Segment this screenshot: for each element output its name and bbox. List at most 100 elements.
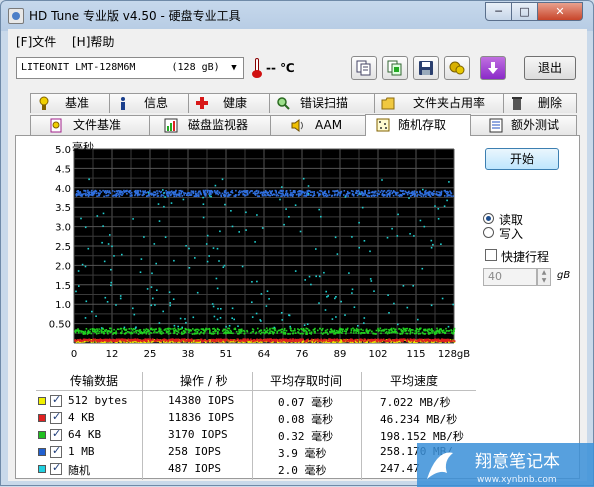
data-point xyxy=(254,339,257,342)
series-color-swatch xyxy=(38,465,46,473)
data-point xyxy=(239,191,242,194)
data-point xyxy=(212,328,214,330)
data-point xyxy=(308,275,311,278)
series-checkbox[interactable] xyxy=(50,427,62,441)
exit-button[interactable]: 退出 xyxy=(524,56,576,80)
data-point xyxy=(430,239,433,242)
data-point xyxy=(306,192,308,194)
data-point xyxy=(314,338,316,341)
data-point xyxy=(428,340,430,343)
save-button[interactable] xyxy=(413,56,439,80)
data-point xyxy=(319,327,321,330)
data-point xyxy=(162,194,165,197)
data-point xyxy=(86,333,89,335)
data-point xyxy=(314,330,316,333)
tab-extra-tests[interactable]: 额外测试 xyxy=(470,115,577,135)
menu-help[interactable]: [H]帮助 xyxy=(72,33,114,50)
copy-text-button[interactable] xyxy=(351,56,377,80)
access-time-chart: 5.0 4.5 4.0 3.5 3.0 2.5 2.0 1.5 1.0 0.50 毫秒 0 12 25 38… xyxy=(16,136,476,368)
data-point xyxy=(181,190,184,193)
series-checkbox[interactable] xyxy=(50,444,62,458)
window-title: HD Tune 专业版 v4.50 - 硬盘专业工具 xyxy=(29,9,241,23)
tab-aam[interactable]: AAM xyxy=(270,115,366,135)
data-point xyxy=(299,332,302,335)
data-point xyxy=(198,339,200,342)
data-point xyxy=(160,190,163,193)
tab-info[interactable]: 信息 xyxy=(109,93,189,113)
data-point xyxy=(422,188,424,191)
data-point xyxy=(449,194,451,196)
data-point xyxy=(291,340,293,342)
data-point xyxy=(84,226,87,229)
data-point xyxy=(106,190,109,192)
minimize-button[interactable]: ─ xyxy=(485,2,512,21)
data-point xyxy=(304,279,306,281)
data-point xyxy=(347,339,349,342)
data-point xyxy=(149,340,152,342)
data-point xyxy=(434,333,436,335)
data-point xyxy=(378,193,381,195)
data-point xyxy=(228,325,231,327)
data-point xyxy=(421,340,423,342)
data-point xyxy=(407,329,410,332)
tab-file-benchmark[interactable]: 文件基准 xyxy=(30,115,150,135)
data-point xyxy=(297,328,299,330)
client-area: [F]文件 [H]帮助 LITEONIT LMT-128M6M (128 gB)… xyxy=(8,29,587,481)
data-point xyxy=(231,225,234,228)
data-point xyxy=(374,333,376,335)
data-point xyxy=(204,189,207,192)
data-point xyxy=(103,195,105,198)
data-point xyxy=(218,329,220,331)
data-point xyxy=(78,194,80,196)
data-point xyxy=(105,329,108,331)
copy-info-button[interactable] xyxy=(382,56,408,80)
data-point xyxy=(110,268,112,271)
maximize-button[interactable]: □ xyxy=(511,2,538,21)
series-checkbox[interactable] xyxy=(50,461,62,475)
menu-file[interactable]: [F]文件 xyxy=(16,33,56,50)
tab-health[interactable]: 健康 xyxy=(188,93,270,113)
data-point xyxy=(391,192,393,195)
screenshot-button[interactable] xyxy=(444,56,470,80)
data-point xyxy=(190,194,193,196)
y-tick-label: 1.5 xyxy=(55,281,71,292)
data-point xyxy=(209,330,211,333)
data-point xyxy=(138,340,140,343)
data-point xyxy=(381,192,384,195)
tab-folder-usage[interactable]: 文件夹占用率 xyxy=(374,93,504,113)
close-button[interactable]: ✕ xyxy=(537,2,583,21)
temperature-readout: -- ℃ xyxy=(266,61,295,75)
fast-stroke-checkbox[interactable] xyxy=(485,249,497,261)
start-button[interactable]: 开始 xyxy=(485,148,559,170)
data-point xyxy=(414,330,417,332)
series-checkbox[interactable] xyxy=(50,393,62,407)
data-point xyxy=(310,283,312,286)
tab-error-scan[interactable]: 错误扫描 xyxy=(269,93,375,113)
tab-random-access[interactable]: 随机存取 xyxy=(365,114,471,136)
data-point xyxy=(179,317,182,320)
tab-erase[interactable]: 删除 xyxy=(503,93,577,113)
data-point xyxy=(360,328,362,331)
fast-stroke-input[interactable]: 40 xyxy=(483,268,537,286)
drive-select[interactable]: LITEONIT LMT-128M6M (128 gB) ▼ xyxy=(16,57,244,79)
tab-benchmark[interactable]: 基准 xyxy=(30,93,110,113)
data-point xyxy=(412,329,414,331)
data-point xyxy=(412,193,414,196)
data-point xyxy=(431,329,433,331)
fast-stroke-spinner[interactable]: ▲ ▼ xyxy=(537,268,551,286)
tab-disk-monitor[interactable]: 磁盘监视器 xyxy=(149,115,271,135)
data-point xyxy=(134,194,136,197)
data-point xyxy=(437,194,440,197)
data-point xyxy=(432,194,434,196)
data-point xyxy=(160,340,162,343)
data-point xyxy=(81,339,84,342)
data-point xyxy=(187,194,190,197)
data-point xyxy=(362,329,364,332)
data-point xyxy=(143,236,145,238)
data-point xyxy=(194,190,197,193)
title-bar[interactable]: HD Tune 专业版 v4.50 - 硬盘专业工具 ─ □ ✕ xyxy=(1,1,593,29)
data-point xyxy=(87,339,89,341)
series-checkbox[interactable] xyxy=(50,410,62,424)
download-button[interactable] xyxy=(480,56,506,80)
data-point xyxy=(98,328,100,330)
